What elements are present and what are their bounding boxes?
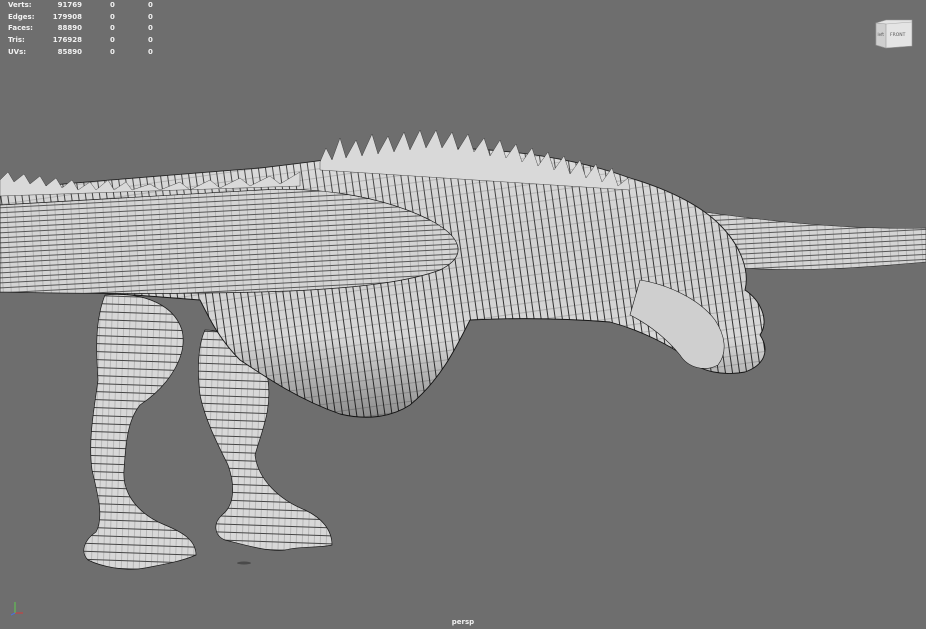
viewcube[interactable]: left FRONT: [874, 18, 914, 50]
hud-row: Faces: 88890 0 0: [6, 24, 166, 36]
hud-row-value-selected: 0: [110, 24, 115, 33]
hud-row-value-extra: 0: [148, 24, 153, 33]
hud-row-value-extra: 0: [148, 1, 153, 9]
hud-row-value-total: 85890: [57, 47, 82, 56]
hud-row-value-selected: 0: [110, 47, 115, 56]
hud-row-value-extra: 0: [148, 12, 153, 21]
hud-row-label: Faces:: [8, 24, 33, 33]
hud-row-value-selected: 0: [110, 12, 115, 21]
hud-row-label: UVs:: [8, 47, 27, 56]
hud-row-label: Verts:: [8, 1, 32, 9]
hud-row: Edges: 179908 0 0: [6, 13, 166, 25]
hud-row-label: Edges:: [8, 12, 35, 21]
hud-row-label: Tris:: [8, 36, 25, 45]
axis-gizmo-icon: [9, 600, 25, 616]
hud-row-value-extra: 0: [148, 47, 153, 56]
viewcube-left-face[interactable]: left: [878, 32, 885, 37]
hud-row-value-selected: 0: [110, 36, 115, 45]
hud-row: Tris: 176928 0 0: [6, 36, 166, 48]
hud-row: Verts: 91769 0 0: [6, 1, 166, 13]
hud-row: UVs: 85890 0 0: [6, 48, 166, 60]
hud-row-value-total: 91769: [57, 1, 82, 9]
camera-name-label: persp: [451, 618, 475, 626]
hud-row-value-total: 179908: [52, 12, 82, 21]
dragon-mesh[interactable]: [0, 0, 926, 629]
hud-row-value-total: 176928: [52, 36, 82, 45]
viewcube-front-face[interactable]: FRONT: [890, 32, 906, 38]
hud-row-value-extra: 0: [148, 36, 153, 45]
poly-count-hud: Verts: 91769 0 0 Edges: 179908 0 0 Faces: 88890 0 0…: [6, 1, 166, 59]
maya-perspective-viewport[interactable]: Verts: 91769 0 0 Edges: 179908 0 0 Faces: 88890 0 0…: [0, 0, 926, 629]
hud-row-value-selected: 0: [110, 1, 115, 9]
hud-row-value-total: 88890: [57, 24, 82, 33]
